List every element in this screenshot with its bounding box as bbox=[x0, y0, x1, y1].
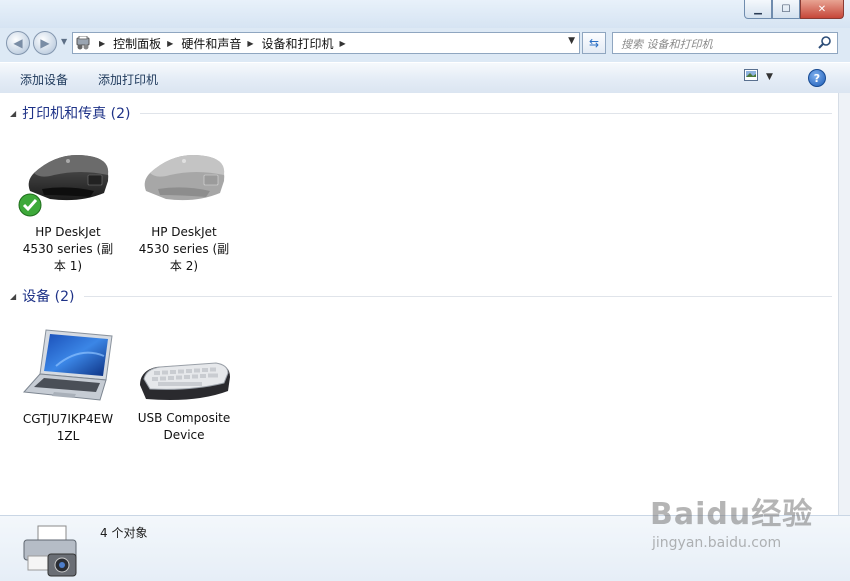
view-dropdown-icon[interactable]: ▼ bbox=[766, 72, 773, 82]
add-printer-button[interactable]: 添加打印机 bbox=[98, 71, 158, 88]
add-device-button[interactable]: 添加设备 bbox=[20, 71, 68, 88]
breadcrumb-devices-printers[interactable]: 设备和打印机 ▶ bbox=[262, 35, 354, 52]
object-count: 4 个对象 bbox=[100, 526, 148, 540]
refresh-icon: ⇆ bbox=[588, 36, 600, 50]
navigation-bar: ◀ ▶ ▼ ▶ 控制面板 ▶ 硬件和声音 ▶ 设备和打印机 ▶ ▼ ⇆ 搜索 设备和打… bbox=[0, 28, 850, 58]
group-header-devices[interactable]: ◢ 设备 (2) bbox=[10, 286, 832, 306]
title-bar: ▁ ☐ ✕ bbox=[0, 0, 850, 28]
address-bar[interactable]: ▶ 控制面板 ▶ 硬件和声音 ▶ 设备和打印机 ▶ ▼ bbox=[72, 32, 580, 54]
laptop-icon bbox=[22, 329, 113, 401]
view-icon bbox=[744, 69, 758, 84]
forward-button[interactable]: ▶ bbox=[33, 31, 57, 55]
group-header-printers[interactable]: ◢ 打印机和传真 (2) bbox=[10, 103, 832, 123]
watermark-brand: Baidu经验 bbox=[650, 497, 814, 532]
device-item-printer-1[interactable]: HP DeskJet 4530 series (副 本 1) bbox=[18, 145, 116, 275]
breadcrumb-control-panel[interactable]: 控制面板 ▶ bbox=[113, 35, 181, 52]
refresh-button[interactable]: ⇆ bbox=[582, 32, 606, 54]
devices-printers-small-icon bbox=[73, 36, 93, 50]
minimize-button[interactable]: ▁ bbox=[744, 0, 772, 19]
address-history-dropdown-icon[interactable]: ▼ bbox=[568, 36, 575, 46]
forward-arrow-icon: ▶ bbox=[40, 36, 50, 50]
group-title-devices: 设备 (2) bbox=[22, 289, 75, 305]
breadcrumb-chevron-icon[interactable]: ▶ bbox=[167, 39, 173, 48]
breadcrumb-hardware-sound[interactable]: 硬件和声音 ▶ bbox=[181, 35, 261, 52]
collapse-triangle-icon[interactable]: ◢ bbox=[10, 292, 16, 301]
device-list-pane: ◢ 打印机和传真 (2) HP DeskJet 4530 series (副 本… bbox=[0, 93, 838, 515]
recent-pages-dropdown[interactable]: ▼ bbox=[61, 37, 67, 46]
device-item-computer[interactable]: CGTJU7IKP4EW 1ZL bbox=[20, 326, 116, 445]
printer-offline-icon bbox=[144, 155, 225, 201]
close-button[interactable]: ✕ bbox=[800, 0, 844, 19]
group-title-printers: 打印机和传真 (2) bbox=[22, 106, 131, 122]
vertical-scrollbar[interactable] bbox=[838, 93, 850, 515]
close-icon: ✕ bbox=[817, 3, 827, 15]
help-icon[interactable]: ? bbox=[808, 69, 826, 87]
collapse-triangle-icon[interactable]: ◢ bbox=[10, 109, 16, 118]
search-icon[interactable] bbox=[818, 35, 832, 52]
watermark-url: jingyan.baidu.com bbox=[652, 535, 782, 551]
keyboard-icon bbox=[140, 362, 230, 400]
breadcrumb-chevron-icon[interactable]: ▶ bbox=[340, 39, 346, 48]
back-button[interactable]: ◀ bbox=[6, 31, 30, 55]
change-view-button[interactable]: ▼ bbox=[744, 69, 773, 84]
breadcrumb-chevron-icon[interactable]: ▶ bbox=[247, 39, 253, 48]
baidu-watermark: Baidu经验 jingyan.baidu.com bbox=[650, 489, 814, 551]
command-bar: 添加设备 添加打印机 ▼ ? bbox=[0, 62, 850, 94]
default-printer-check-icon bbox=[18, 193, 42, 217]
device-item-usb-composite[interactable]: USB Composite Device bbox=[136, 341, 232, 444]
search-input[interactable]: 搜索 设备和打印机 bbox=[612, 32, 838, 54]
search-placeholder: 搜索 设备和打印机 bbox=[621, 38, 713, 51]
devices-and-printers-large-icon bbox=[23, 525, 77, 577]
minimize-icon: ▁ bbox=[754, 3, 762, 15]
window-controls: ▁ ☐ ✕ bbox=[744, 0, 844, 19]
maximize-icon: ☐ bbox=[781, 3, 791, 15]
device-item-printer-2[interactable]: HP DeskJet 4530 series (副 本 2) bbox=[136, 145, 232, 275]
maximize-button[interactable]: ☐ bbox=[772, 0, 800, 19]
back-arrow-icon: ◀ bbox=[13, 36, 23, 50]
breadcrumb-root-chevron-icon[interactable]: ▶ bbox=[99, 39, 105, 48]
